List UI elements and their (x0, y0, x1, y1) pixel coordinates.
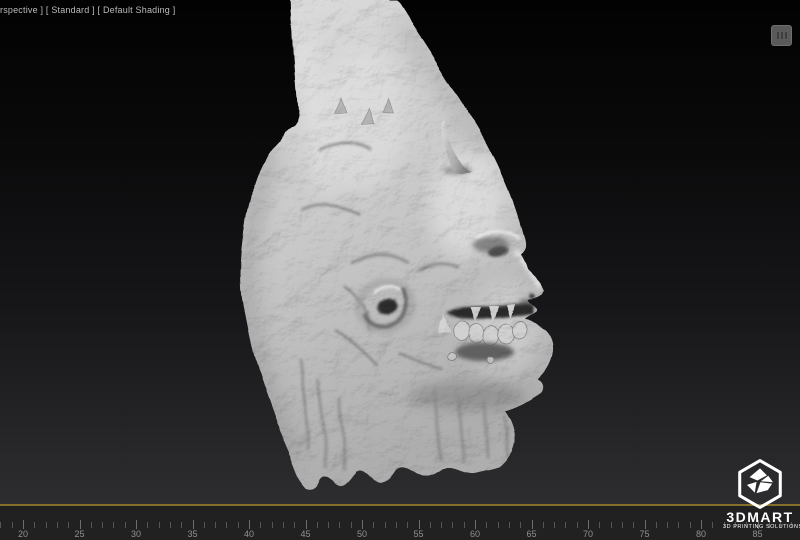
timeline-tick (712, 522, 713, 528)
timeline-label: 45 (300, 529, 310, 539)
timeline-tick (407, 522, 408, 528)
timeline-tick (509, 522, 510, 528)
timeline-tick (91, 522, 92, 528)
timeline-label: 25 (74, 529, 84, 539)
timeline-tick (294, 522, 295, 528)
model-render (0, 0, 800, 504)
viewport-label[interactable]: rspective ] [ Standard ] [ Default Shadi… (0, 5, 175, 15)
timeline-tick (373, 522, 374, 528)
ear-hole (378, 299, 398, 315)
timeline-tick (486, 522, 487, 528)
chin-bump (489, 358, 496, 365)
viewcube-glyph (777, 32, 779, 39)
timeline-tick (68, 522, 69, 528)
timeline-tick (656, 522, 657, 528)
trackbar[interactable]: 2025303540455055606570758085 (0, 506, 800, 540)
chin-bump (448, 353, 457, 362)
timeline-label: 80 (696, 529, 706, 539)
timeline-tick (362, 520, 363, 529)
timeline-label: 55 (413, 529, 423, 539)
timeline-tick (193, 520, 194, 529)
timeline-label: 35 (187, 529, 197, 539)
timeline-tick (215, 522, 216, 528)
timeline-tick (599, 522, 600, 528)
timeline-tick (351, 522, 352, 528)
timeline-tick (34, 522, 35, 528)
brand-watermark: 3DMART 3D PRINTING SOLUTIONS (723, 458, 797, 531)
timeline-tick (385, 522, 386, 528)
timeline-label: 60 (470, 529, 480, 539)
timeline-tick (249, 520, 250, 529)
viewcube-widget[interactable] (771, 25, 792, 46)
timeline-tick (565, 522, 566, 528)
timeline-tick (80, 520, 81, 529)
timeline-tick (306, 520, 307, 529)
viewcube-glyph (781, 32, 783, 39)
timeline-tick (464, 522, 465, 528)
timeline-tick (667, 522, 668, 528)
screenshot-root: rspective ] [ Standard ] [ Default Shadi… (0, 0, 800, 540)
timeline-label: 40 (244, 529, 254, 539)
timeline-tick (498, 522, 499, 528)
timeline-tick (181, 522, 182, 528)
timeline-tick (159, 522, 160, 528)
nostril (529, 295, 535, 299)
timeline-tick (532, 520, 533, 529)
timeline-tick (430, 522, 431, 528)
timeline-tick (283, 522, 284, 528)
timeline-tick (147, 522, 148, 528)
timeline-tick (678, 522, 679, 528)
brand-logo-icon (734, 458, 786, 510)
timeline-tick (577, 522, 578, 528)
timeline-tick (328, 522, 329, 528)
timeline-tick (419, 520, 420, 529)
timeline-label: 50 (357, 529, 367, 539)
timeline-label: 20 (18, 529, 28, 539)
timeline-tick (204, 522, 205, 528)
timeline-tick (125, 522, 126, 528)
brand-name: 3DMART (723, 511, 797, 524)
timeline-tick (622, 522, 623, 528)
timeline-tick (46, 522, 47, 528)
timeline-tick (690, 522, 691, 528)
timeline-tick (57, 522, 58, 528)
timeline-tick (170, 522, 171, 528)
timeline-tick (645, 520, 646, 529)
viewport-canvas[interactable]: rspective ] [ Standard ] [ Default Shadi… (0, 0, 800, 504)
timeline-tick (520, 522, 521, 528)
timeline-tick (102, 522, 103, 528)
timeline-tick (588, 520, 589, 529)
under-jaw-shade (410, 382, 526, 410)
timeline-tick (226, 522, 227, 528)
timeline-tick (701, 520, 702, 529)
timeline-label: 65 (526, 529, 536, 539)
timeline-label: 70 (583, 529, 593, 539)
timeline-tick (452, 522, 453, 528)
timeline-tick (441, 522, 442, 528)
timeline-tick (475, 520, 476, 529)
crown-sheen (315, 50, 405, 190)
timeline-tick (339, 522, 340, 528)
sculpted-head (241, 0, 554, 490)
timeline-tick (396, 522, 397, 528)
timeline-tick (136, 520, 137, 529)
timeline-tick (611, 522, 612, 528)
brand-tagline: 3D PRINTING SOLUTIONS (723, 524, 797, 531)
timeline-label: 75 (639, 529, 649, 539)
timeline-tick (12, 522, 13, 528)
timeline-label: 30 (131, 529, 141, 539)
gem-icon (747, 468, 773, 493)
timeline-tick (543, 522, 544, 528)
viewcube-glyph (785, 32, 787, 39)
timeline-tick (0, 522, 1, 528)
timeline-tick (23, 520, 24, 529)
timeline-tick (113, 522, 114, 528)
timeline-tick (633, 522, 634, 528)
timeline-tick (238, 522, 239, 528)
timeline-tick (317, 522, 318, 528)
timeline-tick (554, 522, 555, 528)
mouth-shadow (455, 342, 515, 362)
timeline-tick (272, 522, 273, 528)
timeline-tick (260, 522, 261, 528)
